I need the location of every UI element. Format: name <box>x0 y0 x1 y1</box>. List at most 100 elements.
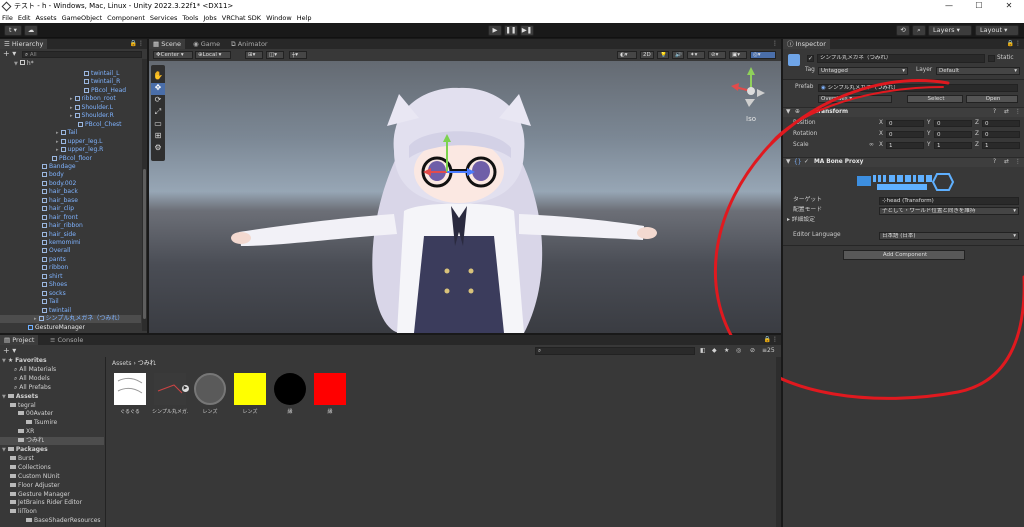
project-tree-row[interactable]: ▼ Assets <box>0 393 104 401</box>
scene-root-row[interactable]: ▼ h* <box>14 60 34 68</box>
hierarchy-row[interactable]: PBcol_Chest <box>0 121 141 129</box>
asset-item[interactable]: 縁 <box>312 373 348 421</box>
menu-jobs[interactable]: Jobs <box>203 14 216 22</box>
hidden-packages-icon[interactable]: ⊘ <box>750 347 755 354</box>
project-tree-row[interactable]: tegral <box>0 402 104 410</box>
layout-dropdown[interactable]: Layout ▾ <box>975 25 1019 36</box>
menu-gameobject[interactable]: GameObject <box>62 14 103 22</box>
expand-arrow-icon[interactable]: ▸ <box>70 113 73 119</box>
hierarchy-row[interactable]: shirt <box>0 273 141 281</box>
layer-dropdown[interactable]: Default ▾ <box>936 67 1020 75</box>
hierarchy-row[interactable]: pants <box>0 256 141 264</box>
pause-button[interactable]: ❚❚ <box>504 25 518 36</box>
menu-assets[interactable]: Assets <box>35 14 56 22</box>
active-checkbox[interactable]: ✓ <box>807 55 814 62</box>
pivot-dropdown[interactable]: ✥Center ▾ <box>153 51 193 59</box>
scene-viewport[interactable]: ✋ ✥ ⟳ ⤢ ▭ ⊞ ⚙ Iso <box>149 61 781 333</box>
scale-tool-icon[interactable]: ⤢ <box>151 107 165 119</box>
hierarchy-row[interactable]: body <box>0 171 141 179</box>
object-name-field[interactable]: シンプル丸メガネ（つみれ） <box>817 54 985 63</box>
rect-tool-icon[interactable]: ▭ <box>151 119 165 131</box>
tab-project[interactable]: ▤ Project <box>0 335 39 345</box>
expand-prefab-icon[interactable]: ▶ <box>182 385 189 392</box>
hierarchy-row[interactable]: kemomimi <box>0 239 141 247</box>
hierarchy-row[interactable]: PBcol_Head <box>0 87 141 95</box>
gizmos-dropdown[interactable]: ◎▾ <box>750 51 776 59</box>
custom-tool-icon[interactable]: ⚙ <box>151 143 165 155</box>
project-more-icon[interactable]: ⋮ <box>772 336 778 343</box>
menu-services[interactable]: Services <box>150 14 177 22</box>
account-button[interactable]: t ▾ <box>4 25 22 36</box>
create-asset-button[interactable]: + ▾ <box>3 345 16 357</box>
hierarchy-row[interactable]: ▸ Tail <box>0 129 141 137</box>
hierarchy-scrollbar[interactable] <box>142 59 147 331</box>
hierarchy-row[interactable]: twintail <box>0 307 141 315</box>
menu-help[interactable]: Help <box>297 14 312 22</box>
visibility-icon[interactable]: ⊘▾ <box>708 51 726 59</box>
asset-item[interactable]: レンズ <box>192 373 228 421</box>
hierarchy-row[interactable]: Bandage <box>0 163 141 171</box>
toggle-2d-button[interactable]: 2D <box>640 51 654 59</box>
project-tree-row[interactable]: Tsumire <box>0 419 104 427</box>
menu-component[interactable]: Component <box>107 14 145 22</box>
layers-dropdown[interactable]: Layers ▾ <box>928 25 972 36</box>
expand-arrow-icon[interactable]: ▼ <box>2 447 6 453</box>
shading-mode-button[interactable]: ◐▾ <box>617 51 637 59</box>
project-tree-row[interactable]: ⌕ All Materials <box>0 366 104 374</box>
tab-console[interactable]: ≡ Console <box>46 335 88 345</box>
project-tree-row[interactable]: Collections <box>0 464 104 472</box>
project-tree-row[interactable]: Floor Adjuster <box>0 482 104 490</box>
tab-inspector[interactable]: ⓘ Inspector <box>783 39 830 49</box>
hand-tool-icon[interactable]: ✋ <box>151 71 165 83</box>
camera-settings-icon[interactable]: ▣▾ <box>729 51 747 59</box>
hierarchy-row[interactable]: Tail <box>0 298 141 306</box>
hierarchy-row[interactable]: hair_clip <box>0 205 141 213</box>
hierarchy-row[interactable]: Overall <box>0 247 141 255</box>
snap-increment-button[interactable]: ◫▾ <box>266 51 284 59</box>
filter-type-icon[interactable]: ◧ <box>700 347 706 354</box>
history-icon[interactable]: ⟲ <box>896 25 910 36</box>
expand-arrow-icon[interactable]: ▸ <box>70 96 73 102</box>
hierarchy-row[interactable]: ▸ Shoulder.R <box>0 112 141 120</box>
hierarchy-row[interactable]: ▸ upper_leg.R <box>0 146 141 154</box>
expand-arrow-icon[interactable]: ▸ <box>56 130 59 136</box>
grid-snap-button[interactable]: ⊞▾ <box>245 51 263 59</box>
hierarchy-row[interactable]: twintail_L <box>0 70 141 78</box>
asset-item[interactable]: レンズ <box>232 373 268 421</box>
tab-scene[interactable]: ▦ Scene <box>149 39 186 49</box>
close-button[interactable]: ✕ <box>994 0 1024 12</box>
expand-arrow-icon[interactable]: ▸ <box>56 139 59 145</box>
hierarchy-row[interactable]: hair_back <box>0 188 141 196</box>
expand-arrow-icon[interactable]: ▸ <box>34 316 37 322</box>
breadcrumb-assets[interactable]: Assets <box>112 360 132 367</box>
hierarchy-row[interactable]: ribbon <box>0 264 141 272</box>
search-icon[interactable]: ⌕ <box>912 25 926 36</box>
expand-arrow-icon[interactable]: ▼ <box>2 394 6 400</box>
space-dropdown[interactable]: ⊕Local ▾ <box>195 51 231 59</box>
project-tree-row[interactable]: lilToon <box>0 508 104 516</box>
lighting-icon[interactable]: 💡 <box>657 51 669 59</box>
hierarchy-row[interactable]: hair_side <box>0 231 141 239</box>
inspector-more-icon[interactable]: ⋮ <box>1015 40 1021 47</box>
project-search-input[interactable]: ⌕ <box>535 347 695 355</box>
hierarchy-row[interactable]: hair_base <box>0 197 141 205</box>
hierarchy-row-selected[interactable]: ▸ シンプル丸メガネ（つみれ） <box>0 315 141 324</box>
move-tool-icon[interactable]: ✥ <box>151 83 165 95</box>
menu-tools[interactable]: Tools <box>182 14 198 22</box>
project-lock-icon[interactable]: 🔒 <box>764 336 771 343</box>
menu-vrchat-sdk[interactable]: VRChat SDK <box>222 14 261 22</box>
scene-more-icon[interactable]: ⋮ <box>772 40 778 47</box>
project-tree-row[interactable]: ⌕ All Models <box>0 375 104 383</box>
menu-file[interactable]: File <box>2 14 13 22</box>
tab-animator[interactable]: ⧉ Animator <box>227 39 272 49</box>
project-tree-row[interactable]: BaseShaderResources <box>0 517 104 525</box>
hierarchy-row[interactable]: ▸ upper_leg.L <box>0 138 141 146</box>
add-object-button[interactable]: + ▾ <box>3 49 16 59</box>
effects-dropdown[interactable]: ✦▾ <box>687 51 705 59</box>
project-tree-row[interactable]: Burst <box>0 455 104 463</box>
expand-arrow-icon[interactable]: ▼ <box>2 358 6 364</box>
save-search-icon[interactable]: ★ <box>724 347 729 354</box>
menu-edit[interactable]: Edit <box>18 14 31 22</box>
filter-label-icon[interactable]: ◆ <box>712 347 717 354</box>
tag-dropdown[interactable]: Untagged ▾ <box>818 67 908 75</box>
